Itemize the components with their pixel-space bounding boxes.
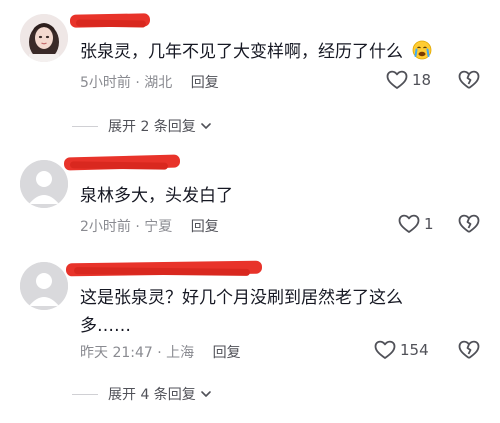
comment-text-line-2: 多…… [80, 316, 131, 336]
expand-replies-button[interactable]: 展开 4 条回复 [72, 384, 212, 404]
comment-1: 张泉灵，几年不见了大变样啊，经历了什么 5小时前 · 湖北 回复 18 展开 2 [0, 0, 500, 140]
like-button[interactable]: 1 [398, 214, 434, 234]
comment-2: 泉林多大，头发白了 2小时前 · 宁夏 回复 1 [0, 150, 500, 250]
dislike-button[interactable] [458, 340, 480, 364]
like-count: 154 [400, 341, 429, 359]
comment-text-content: 泉林多大，头发白了 [80, 186, 233, 206]
expand-replies-label: 展开 4 条回复 [108, 387, 196, 403]
expand-divider [72, 125, 98, 127]
comment-3: 这是张泉灵？好几个月没刷到居然老了这么 多…… 昨天 21:47 · 上海 回复… [0, 258, 500, 423]
like-count: 18 [412, 71, 432, 89]
redacted-username-stroke [69, 161, 169, 170]
like-count: 1 [424, 215, 434, 233]
reply-button[interactable]: 回复 [213, 345, 241, 361]
comment-meta: 2小时前 · 宁夏 回复 [80, 216, 219, 236]
broken-heart-icon [458, 340, 480, 359]
avatar[interactable] [20, 14, 68, 62]
user-photo-avatar [20, 14, 68, 62]
avatar[interactable] [20, 262, 68, 310]
dislike-button[interactable] [458, 214, 480, 238]
heart-outline-icon [398, 214, 420, 233]
expand-replies-button[interactable]: 展开 2 条回复 [72, 116, 212, 136]
reply-button[interactable]: 回复 [191, 75, 219, 91]
reply-button[interactable]: 回复 [191, 219, 219, 235]
comment-meta: 昨天 21:47 · 上海 回复 [80, 342, 241, 362]
default-avatar-icon [20, 160, 68, 208]
redacted-username-stroke [75, 19, 147, 28]
comment-text: 这是张泉灵？好几个月没刷到居然老了这么 多…… [80, 284, 403, 340]
timestamp-location: 2小时前 · 宁夏 [80, 219, 173, 235]
comment-text: 泉林多大，头发白了 [80, 182, 233, 210]
comment-text-content: 张泉灵，几年不见了大变样啊，经历了什么 [80, 42, 403, 62]
timestamp-location: 5小时前 · 湖北 [80, 75, 173, 91]
comment-meta: 5小时前 · 湖北 回复 [80, 72, 219, 92]
comment-text: 张泉灵，几年不见了大变样啊，经历了什么 [80, 38, 432, 69]
expand-replies-label: 展开 2 条回复 [108, 119, 196, 135]
like-button[interactable]: 18 [386, 70, 431, 90]
chevron-down-icon [201, 123, 211, 129]
default-avatar-icon [20, 262, 68, 310]
crying-emoji-icon [412, 40, 432, 69]
broken-heart-icon [458, 70, 480, 89]
like-button[interactable]: 154 [374, 340, 429, 360]
expand-divider [72, 393, 98, 395]
avatar[interactable] [20, 160, 68, 208]
chevron-down-icon [201, 391, 211, 397]
heart-outline-icon [386, 70, 408, 89]
comment-text-line-1: 这是张泉灵？好几个月没刷到居然老了这么 [80, 288, 403, 308]
heart-outline-icon [374, 340, 396, 359]
timestamp-location: 昨天 21:47 · 上海 [80, 345, 195, 361]
dislike-button[interactable] [458, 70, 480, 94]
broken-heart-icon [458, 214, 480, 233]
